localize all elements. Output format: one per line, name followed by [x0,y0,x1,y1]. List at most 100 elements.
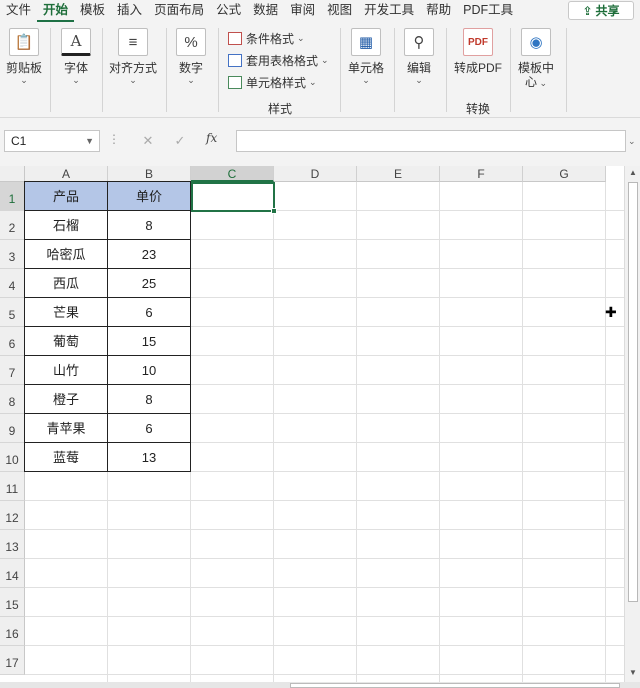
drag-handle-icon[interactable]: ⋮ [108,132,120,146]
column-header-c[interactable]: C [191,166,274,182]
cell-style-button[interactable]: 单元格样式 ⌄ [228,73,317,91]
table-cell[interactable]: 23 [108,240,191,269]
confirm-icon[interactable]: ✓ [170,131,190,151]
scroll-down-icon[interactable]: ▼ [628,668,638,677]
table-cell[interactable]: 8 [108,211,191,240]
tab-file[interactable]: 文件 [0,0,37,22]
ribbon-divider [218,28,219,112]
row-header-9[interactable]: 9 [0,414,25,443]
row-header-6[interactable]: 6 [0,327,25,356]
template-center-button[interactable]: ◉ 模板中 心 ⌄ [516,28,556,94]
cancel-icon[interactable]: ✕ [138,131,158,151]
row-header-4[interactable]: 4 [0,269,25,298]
horizontal-scrollbar[interactable] [0,682,640,688]
font-icon: A [61,28,91,56]
scrollbar-thumb[interactable] [628,182,638,602]
row-header-2[interactable]: 2 [0,211,25,240]
alignment-button[interactable]: ≡ 对齐方式 ⌄ [108,28,158,94]
row-header-7[interactable]: 7 [0,356,25,385]
table-cell[interactable]: 10 [108,356,191,385]
grid-line [25,500,624,501]
number-label: 数字 [178,61,203,75]
insert-function-button[interactable]: fx [206,131,217,145]
menu-bar: 文件 开始 模板 插入 页面布局 公式 数据 审阅 视图 开发工具 帮助 PDF… [0,0,640,22]
scrollbar-thumb[interactable] [290,683,620,688]
table-cell[interactable]: 西瓜 [24,269,108,298]
table-cell[interactable]: 13 [108,443,191,472]
row-header-5[interactable]: 5 [0,298,25,327]
column-header-g[interactable]: G [523,166,606,182]
column-header-e[interactable]: E [357,166,440,182]
conditional-format-button[interactable]: 条件格式 ⌄ [228,29,305,47]
table-cell[interactable]: 15 [108,327,191,356]
tab-developer[interactable]: 开发工具 [358,0,420,22]
tab-help[interactable]: 帮助 [420,0,457,22]
template-center-label: 模板中 心 ⌄ [518,61,554,89]
row-header-11[interactable]: 11 [0,472,25,501]
row-header-17[interactable]: 17 [0,646,25,675]
table-header-cell[interactable]: 单价 [108,181,191,211]
tab-data[interactable]: 数据 [247,0,284,22]
table-format-label: 套用表格格式 [246,53,319,68]
row-header-10[interactable]: 10 [0,443,25,472]
row-header-13[interactable]: 13 [0,530,25,559]
tab-insert[interactable]: 插入 [111,0,148,22]
row-header-16[interactable]: 16 [0,617,25,646]
edit-button[interactable]: ⚲ 编辑 ⌄ [402,28,436,94]
ribbon-divider [394,28,395,112]
table-cell[interactable]: 石榴 [24,211,108,240]
column-header-a[interactable]: A [25,166,108,182]
chevron-down-icon: ⌄ [72,75,80,85]
table-cell[interactable]: 青苹果 [24,414,108,443]
table-cell[interactable]: 哈密瓜 [24,240,108,269]
table-cell[interactable]: 橙子 [24,385,108,414]
row-header-14[interactable]: 14 [0,559,25,588]
row-header-15[interactable]: 15 [0,588,25,617]
to-pdf-button[interactable]: PDF 转成PDF [454,28,502,94]
number-button[interactable]: % 数字 ⌄ [174,28,208,94]
name-box[interactable]: C1 ▼ [4,130,100,152]
tab-view[interactable]: 视图 [321,0,358,22]
tab-template[interactable]: 模板 [74,0,111,22]
column-header-b[interactable]: B [108,166,191,182]
table-cell[interactable]: 山竹 [24,356,108,385]
table-cell[interactable]: 6 [108,298,191,327]
column-header-f[interactable]: F [440,166,523,182]
row-header-3[interactable]: 3 [0,240,25,269]
clipboard-label: 剪贴板 [6,61,43,75]
tab-formulas[interactable]: 公式 [210,0,247,22]
scroll-up-icon[interactable]: ▲ [628,168,638,177]
tab-page-layout[interactable]: 页面布局 [148,0,210,22]
share-button[interactable]: ⇪ 共享 [568,1,634,20]
ribbon-divider [340,28,341,112]
fill-handle[interactable] [271,208,277,214]
tab-review[interactable]: 审阅 [284,0,321,22]
select-all-corner[interactable] [0,166,25,182]
conditional-format-label: 条件格式 [246,31,295,46]
table-cell[interactable]: 葡萄 [24,327,108,356]
row-header-1[interactable]: 1 [0,182,25,211]
table-cell[interactable]: 8 [108,385,191,414]
table-cell[interactable]: 芒果 [24,298,108,327]
formula-input[interactable] [236,130,626,152]
chevron-down-icon: ⌄ [321,54,329,65]
row-header-12[interactable]: 12 [0,501,25,530]
row-header-8[interactable]: 8 [0,385,25,414]
tab-pdf-tools[interactable]: PDF工具 [457,0,519,22]
tab-home[interactable]: 开始 [37,0,75,22]
clipboard-button[interactable]: 📋 剪贴板 ⌄ [6,28,42,94]
active-cell-c1[interactable] [191,182,277,214]
sheet-grid[interactable]: A B C D E F G 1 2 3 4 5 6 7 8 9 10 11 12 13 14 15 16 17 产品 单价 石榴 8 哈… [0,166,624,682]
table-cell[interactable]: 6 [108,414,191,443]
column-header-d[interactable]: D [274,166,357,182]
vertical-scrollbar[interactable]: ▲ ▼ [624,166,640,682]
table-format-button[interactable]: 套用表格格式 ⌄ [228,51,329,69]
table-header-cell[interactable]: 产品 [24,181,108,211]
font-button[interactable]: A 字体 ⌄ [60,28,92,94]
conditional-format-icon [228,31,242,45]
table-cell[interactable]: 25 [108,269,191,298]
cell-style-icon [228,75,242,89]
cells-button[interactable]: ▦ 单元格 ⌄ [348,28,384,94]
expand-formula-icon[interactable]: ⌄ [628,136,636,147]
table-cell[interactable]: 蓝莓 [24,443,108,472]
